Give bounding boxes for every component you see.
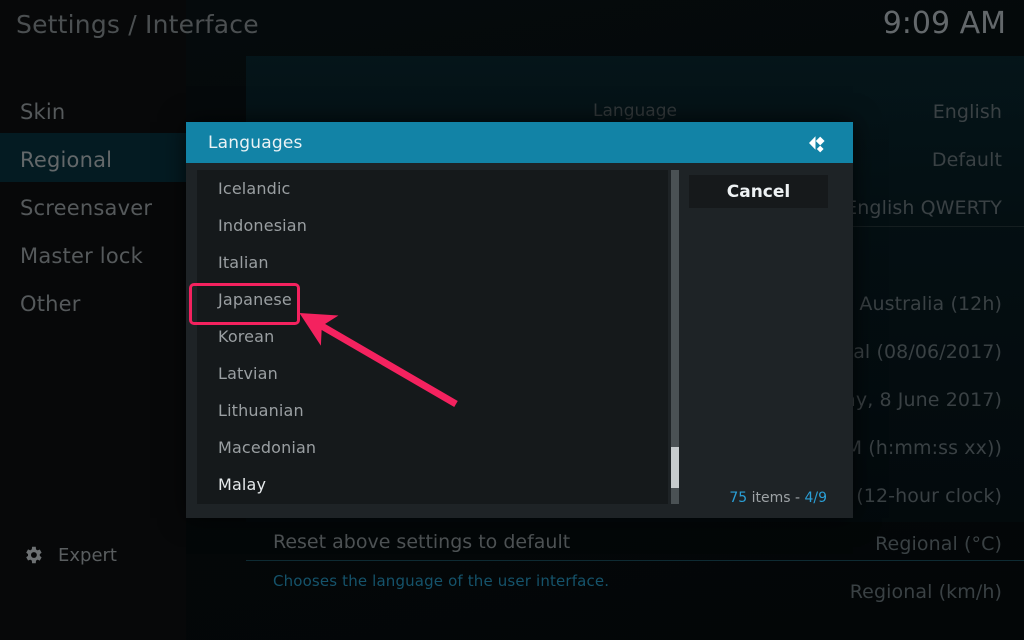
list-item[interactable]: Italian: [197, 244, 668, 281]
languages-dialog: Languages Icelandic Indonesian Italian J…: [186, 122, 853, 518]
cancel-button-label: Cancel: [726, 181, 791, 202]
sidebar-item-label: Regional: [20, 148, 113, 172]
item-count-total: 75: [729, 490, 748, 506]
list-item[interactable]: Macedonian: [197, 429, 668, 466]
gear-icon: [22, 544, 44, 566]
scrollbar-thumb[interactable]: [671, 447, 679, 488]
list-item[interactable]: Korean: [197, 318, 668, 355]
reset-settings-row[interactable]: Reset above settings to default: [246, 522, 1024, 562]
sidebar-item-master-lock[interactable]: Master lock: [0, 232, 186, 280]
item-count-position: 4/9: [804, 490, 827, 506]
sidebar-item-label: Master lock: [20, 244, 143, 268]
list-item-japanese[interactable]: Japanese: [197, 281, 668, 318]
reset-settings-label: Reset above settings to default: [273, 531, 571, 553]
dialog-title: Languages: [208, 132, 303, 153]
list-item[interactable]: Malay: [197, 466, 668, 503]
settings-level-label: Expert: [58, 544, 117, 566]
sidebar-item-regional[interactable]: Regional: [0, 136, 186, 184]
kodi-logo-icon: [805, 130, 831, 156]
list-item[interactable]: Latvian: [197, 355, 668, 392]
help-text: Chooses the language of the user interfa…: [273, 572, 610, 590]
sidebar-item-label: Other: [20, 292, 81, 316]
list-item[interactable]: Icelandic: [197, 170, 668, 207]
dialog-header: Languages: [186, 122, 853, 163]
sidebar: Skin Regional Screensaver Master lock Ot…: [0, 88, 186, 328]
sidebar-item-label: Skin: [20, 100, 66, 124]
language-list[interactable]: Icelandic Indonesian Italian Japanese Ko…: [197, 170, 668, 504]
settings-level-toggle[interactable]: Expert: [22, 544, 117, 566]
item-count: 75 items - 4/9: [729, 490, 827, 506]
sidebar-item-screensaver[interactable]: Screensaver: [0, 184, 186, 232]
clock: 9:09 AM: [882, 6, 1006, 41]
list-item[interactable]: Lithuanian: [197, 392, 668, 429]
sidebar-item-label: Screensaver: [20, 196, 153, 220]
list-item[interactable]: Indonesian: [197, 207, 668, 244]
kodi-settings-screen: Settings / Interface 9:09 AM Skin Region…: [0, 0, 1024, 640]
item-count-label: items -: [747, 490, 805, 506]
cancel-button[interactable]: Cancel: [689, 175, 828, 208]
sidebar-item-skin[interactable]: Skin: [0, 88, 186, 136]
page-title: Settings / Interface: [16, 10, 259, 39]
sidebar-item-other[interactable]: Other: [0, 280, 186, 328]
